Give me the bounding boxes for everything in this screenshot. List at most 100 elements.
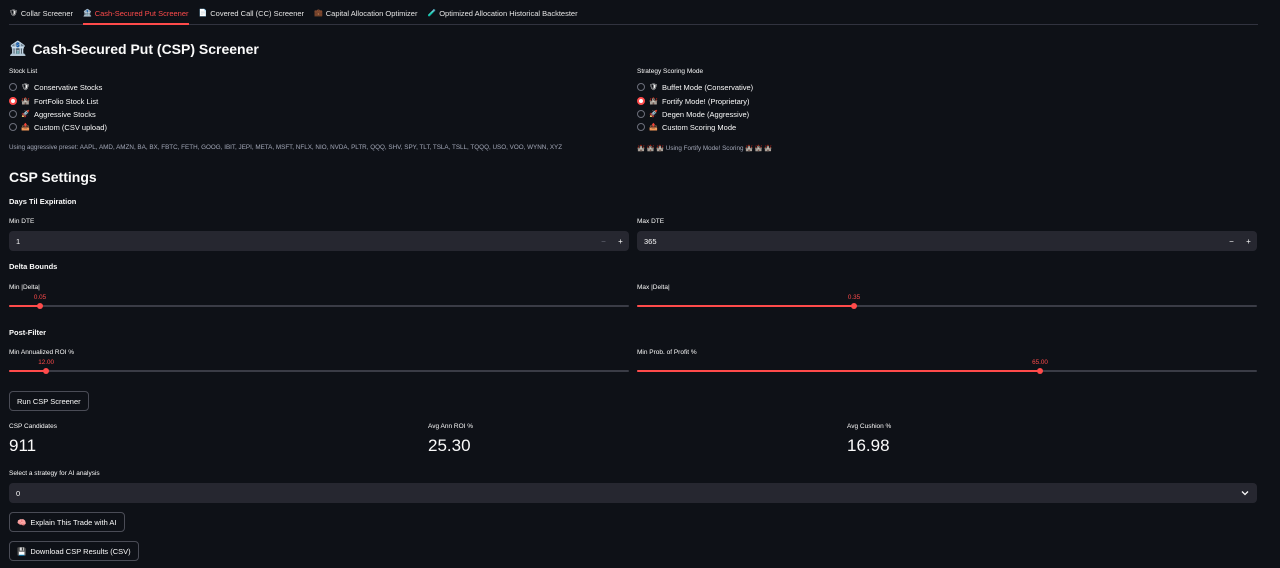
tab-label: Collar Screener [20, 9, 73, 18]
max-dte-label: Max DTE [637, 218, 665, 225]
button-label: Download CSP Results (CSV) [30, 546, 131, 556]
tab-cash-secured-put-screener[interactable]: 🏦 Cash-Secured Put Screener [83, 0, 189, 25]
slider-thumb[interactable] [43, 368, 50, 374]
explain-trade-button[interactable]: 🧠 Explain This Trade with AI [9, 512, 125, 532]
shield-icon: 🛡 [21, 84, 30, 91]
radio-button[interactable] [9, 110, 17, 118]
radio-button[interactable] [9, 123, 17, 131]
slider-thumb[interactable] [851, 303, 857, 309]
strategy-select[interactable]: 0 [9, 483, 1257, 503]
test-tube-icon: 🧪 [427, 10, 437, 17]
strategy-select-value: 0 [16, 488, 21, 498]
shield-icon: 🛡 [9, 10, 18, 17]
min-pop-label: Min Prob. of Profit % [637, 349, 697, 356]
page-title: 🏦 Cash-Secured Put (CSP) Screener [9, 40, 259, 57]
slider-track[interactable] [9, 305, 629, 307]
tab-bar: 🛡 Collar Screener 🏦 Cash-Secured Put Scr… [9, 0, 1258, 25]
radio-conservative-stocks[interactable]: 🛡 Conservative Stocks [9, 81, 102, 93]
slider-fill [9, 370, 47, 372]
stock-list-label: Stock List [9, 68, 38, 75]
castle-icon: 🏰 [649, 98, 658, 105]
slider-value: 65.00 [1032, 359, 1048, 366]
tab-covered-call-screener[interactable]: 📄 Covered Call (CC) Screener [199, 0, 305, 25]
radio-degen-mode[interactable]: 🚀 Degen Mode (Aggressive) [637, 108, 749, 120]
radio-label: Custom Scoring Mode [662, 122, 737, 132]
metric-value-candidates: 911 [9, 436, 37, 455]
delta-bounds-heading: Delta Bounds [9, 262, 58, 271]
slider-fill [637, 370, 1040, 372]
app-page: 🛡 Collar Screener 🏦 Cash-Secured Put Scr… [0, 0, 1280, 568]
radio-fortfolio-stock-list[interactable]: 🏰 FortFolio Stock List [9, 95, 98, 107]
bank-icon: 🏦 [83, 10, 92, 17]
tab-label: Capital Allocation Optimizer [325, 9, 418, 18]
radio-buffet-mode[interactable]: 🛡 Buffet Mode (Conservative) [637, 81, 753, 93]
radio-button[interactable] [637, 123, 645, 131]
radio-aggressive-stocks[interactable]: 🚀 Aggressive Stocks [9, 108, 96, 120]
tab-label: Optimized Allocation Historical Backtest… [439, 9, 578, 18]
slider-track[interactable] [9, 370, 629, 372]
download-csv-button[interactable]: 💾 Download CSP Results (CSV) [9, 541, 139, 561]
min-dte-input[interactable]: 1 − + [9, 231, 629, 251]
decrement-button[interactable]: − [595, 231, 612, 251]
tab-collar-screener[interactable]: 🛡 Collar Screener [9, 0, 73, 25]
metric-value-avg-cushion: 16.98 [847, 436, 890, 455]
radio-button[interactable] [637, 83, 645, 91]
min-delta-slider[interactable]: 0.05 [9, 294, 629, 311]
metric-label-avg-cushion: Avg Cushion % [847, 423, 892, 430]
button-label: Explain This Trade with AI [30, 517, 117, 527]
decrement-button[interactable]: − [1223, 231, 1240, 251]
radio-label: Degen Mode (Aggressive) [662, 109, 750, 119]
min-roi-slider[interactable]: 12.00 [9, 359, 629, 376]
radio-custom-scoring[interactable]: 📤 Custom Scoring Mode [637, 121, 736, 133]
page-title-text: Cash-Secured Put (CSP) Screener [32, 40, 259, 57]
radio-button[interactable] [637, 110, 645, 118]
min-pop-slider[interactable]: 65.00 [637, 359, 1257, 376]
min-delta-label: Min |Delta| [9, 284, 40, 291]
radio-label: FortFolio Stock List [34, 96, 99, 106]
metric-label-candidates: CSP Candidates [9, 423, 57, 430]
rocket-icon: 🚀 [649, 111, 658, 118]
min-dte-value[interactable]: 1 [16, 237, 20, 246]
upload-icon: 📤 [21, 124, 30, 131]
document-icon: 📄 [198, 10, 208, 17]
radio-label: Conservative Stocks [34, 82, 103, 92]
tab-capital-allocation-optimizer[interactable]: 💼 Capital Allocation Optimizer [314, 0, 417, 25]
increment-button[interactable]: + [1240, 231, 1257, 251]
radio-button[interactable] [637, 97, 645, 105]
radio-fortify-mode[interactable]: 🏰 Fortify Mode! (Proprietary) [637, 95, 750, 107]
dte-heading: Days Til Expiration [9, 197, 77, 206]
metric-label-avg-roi: Avg Ann ROI % [428, 423, 474, 430]
stock-list-caption: Using aggressive preset: AAPL, AMD, AMZN… [9, 144, 563, 151]
radio-label: Fortify Mode! (Proprietary) [662, 96, 750, 106]
shield-icon: 🛡 [649, 84, 658, 91]
tab-historical-backtester[interactable]: 🧪 Optimized Allocation Historical Backte… [427, 0, 577, 25]
slider-thumb[interactable] [1037, 368, 1043, 374]
radio-label: Custom (CSV upload) [34, 122, 107, 132]
max-dte-input[interactable]: 365 − + [637, 231, 1257, 251]
briefcase-icon: 💼 [314, 10, 323, 17]
max-dte-value[interactable]: 365 [644, 237, 657, 246]
max-delta-slider[interactable]: 0.35 [637, 294, 1257, 311]
rocket-icon: 🚀 [21, 111, 30, 118]
tab-label: Covered Call (CC) Screener [210, 9, 305, 18]
radio-button[interactable] [9, 83, 17, 91]
run-csp-screener-button[interactable]: Run CSP Screener [9, 391, 89, 411]
min-dte-stepper: − + [595, 231, 629, 251]
min-dte-label: Min DTE [9, 218, 35, 225]
upload-icon: 📤 [649, 124, 658, 131]
increment-button[interactable]: + [612, 231, 629, 251]
slider-thumb[interactable] [37, 303, 43, 309]
slider-value: 0.05 [33, 294, 47, 301]
save-icon: 💾 [17, 546, 27, 556]
max-delta-label: Max |Delta| [637, 284, 670, 291]
bank-icon: 🏦 [9, 40, 27, 56]
slider-fill [9, 305, 40, 307]
chevron-down-icon[interactable] [1240, 488, 1250, 498]
radio-custom-csv[interactable]: 📤 Custom (CSV upload) [9, 121, 107, 133]
slider-value: 0.35 [847, 294, 861, 301]
max-dte-stepper: − + [1223, 231, 1257, 251]
radio-label: Aggressive Stocks [34, 109, 96, 119]
radio-button[interactable] [9, 97, 17, 105]
tab-label: Cash-Secured Put Screener [94, 9, 189, 18]
csp-settings-heading: CSP Settings [9, 169, 97, 185]
